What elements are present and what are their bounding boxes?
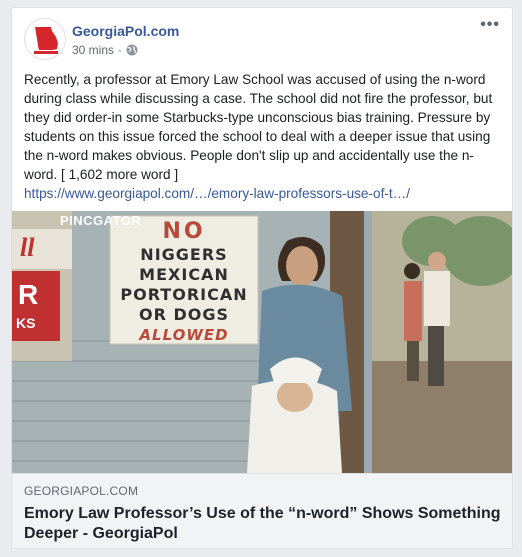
historical-photo bbox=[12, 211, 512, 473]
left-sign-fragment: R bbox=[18, 279, 39, 310]
meta-separator: · bbox=[118, 43, 123, 57]
post-text: Recently, a professor at Emory Law Schoo… bbox=[24, 70, 502, 203]
post-timestamp[interactable]: 30 mins bbox=[72, 43, 114, 57]
post-body-text: Recently, a professor at Emory Law Schoo… bbox=[24, 72, 493, 182]
sign-line: ALLOWED bbox=[139, 326, 229, 344]
left-sign-fragment: KS bbox=[16, 315, 36, 331]
link-preview-image[interactable]: PINCGATOR NO NIGGERS MEXICAN PORTORICAN … bbox=[12, 211, 512, 473]
post-meta: 30 mins · bbox=[72, 43, 138, 57]
link-title[interactable]: Emory Law Professor’s Use of the “n-word… bbox=[24, 504, 502, 544]
facebook-post-card: GeorgiaPol.com 30 mins · ••• Recently, a… bbox=[11, 7, 513, 549]
link-domain: GEORGIAPOL.COM bbox=[24, 484, 139, 498]
sign-line: NIGGERS bbox=[140, 245, 228, 264]
sign-line: PORTORICAN bbox=[120, 285, 248, 304]
sign-line: NO bbox=[162, 219, 206, 244]
sign-text: NO NIGGERS MEXICAN PORTORICAN OR DOGS AL… bbox=[112, 219, 256, 345]
left-sign-fragment: ll bbox=[20, 233, 35, 262]
page-avatar[interactable] bbox=[24, 18, 66, 60]
page-name-link[interactable]: GeorgiaPol.com bbox=[72, 23, 179, 39]
georgia-map-icon bbox=[25, 19, 65, 59]
sign-line: OR DOGS bbox=[138, 305, 230, 324]
post-header: GeorgiaPol.com 30 mins · ••• bbox=[24, 17, 500, 62]
sign-line: MEXICAN bbox=[139, 265, 229, 284]
post-url-link[interactable]: https://www.georgiapol.com/…/emory-law-p… bbox=[24, 184, 502, 203]
ellipsis-icon[interactable]: ••• bbox=[480, 17, 500, 33]
link-preview-footer[interactable]: GEORGIAPOL.COM Emory Law Professor’s Use… bbox=[12, 473, 512, 548]
globe-icon[interactable] bbox=[126, 44, 138, 56]
